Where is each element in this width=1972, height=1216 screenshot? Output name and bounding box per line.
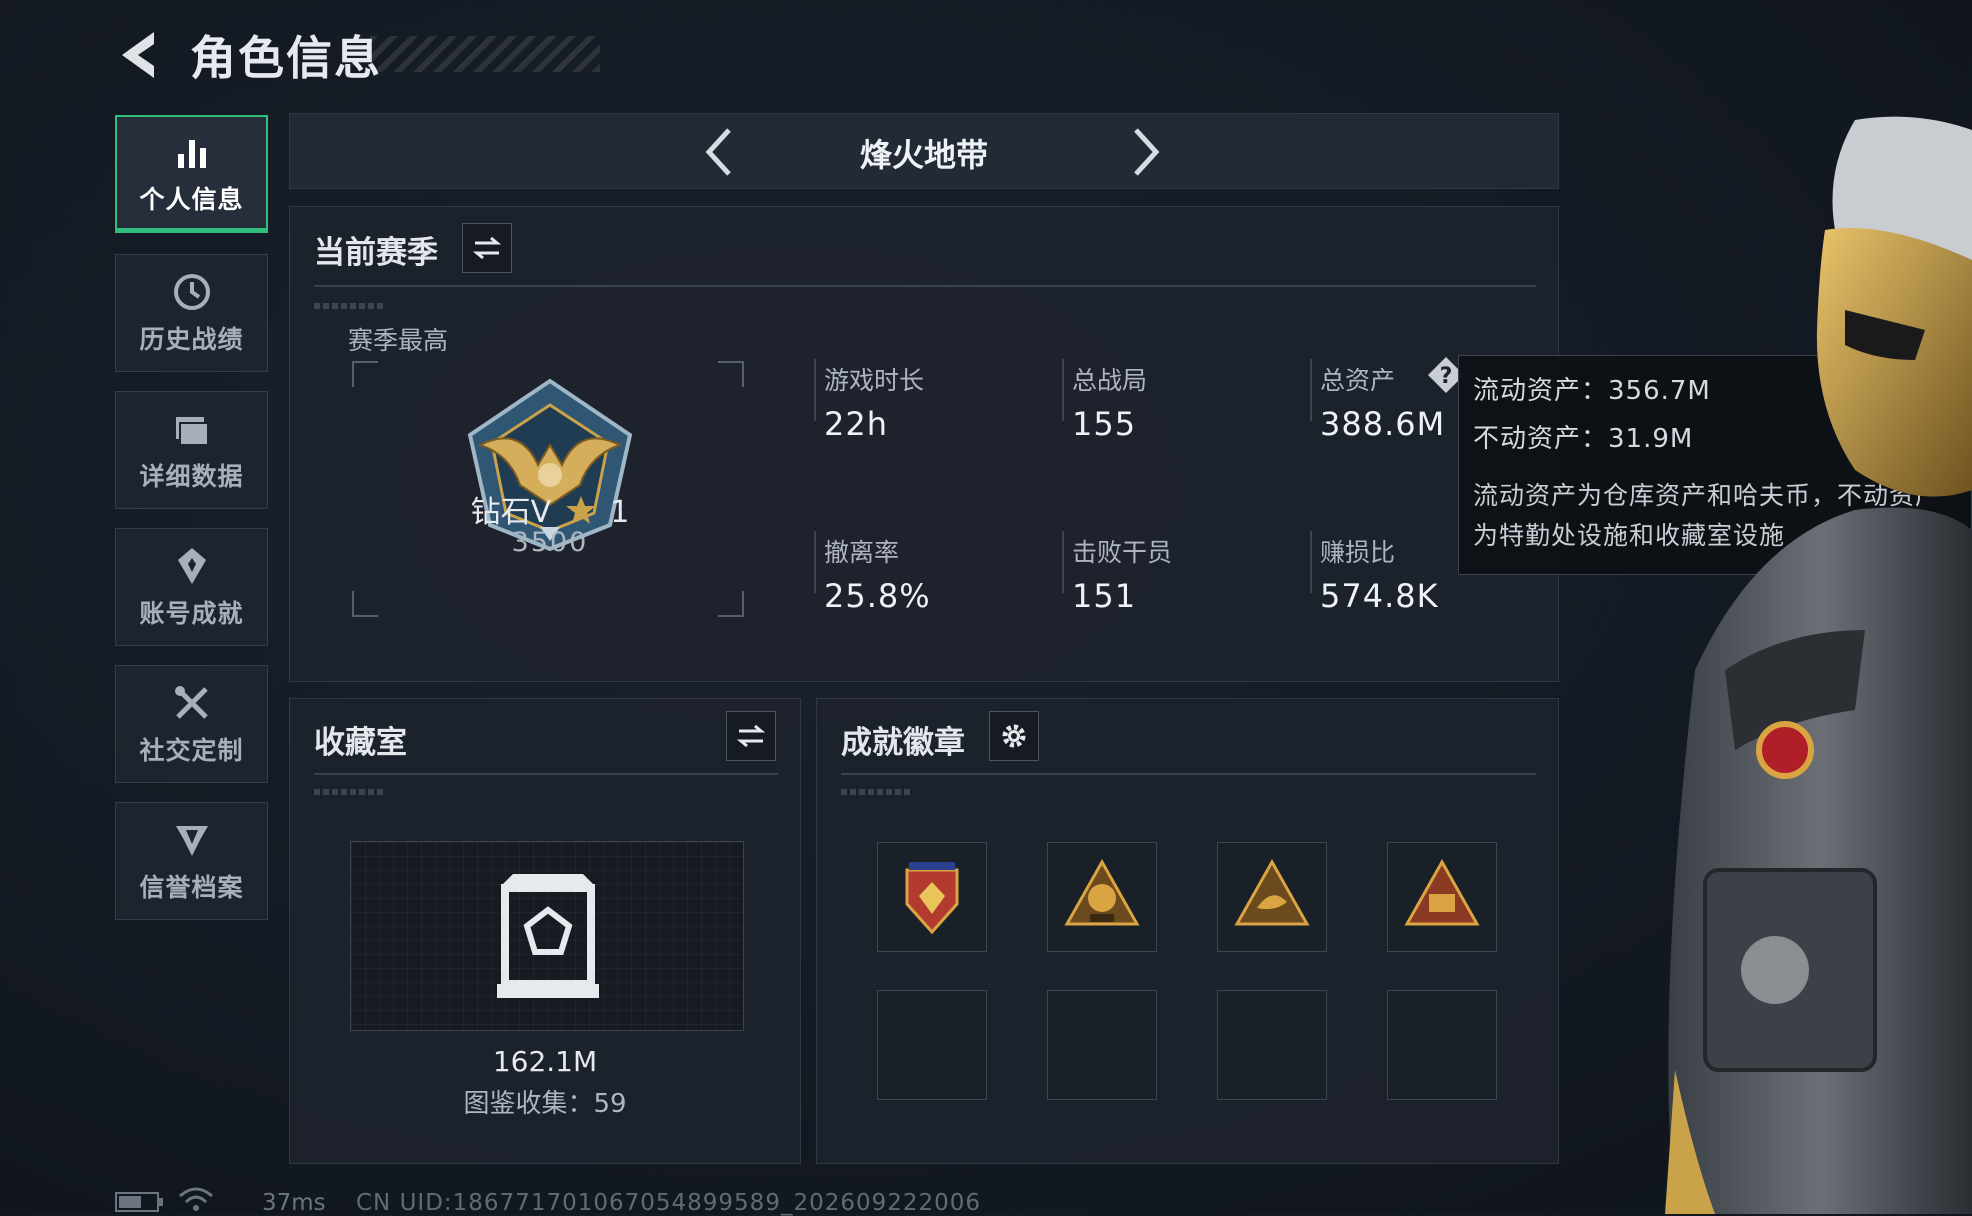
- chevron-right-icon: [1134, 128, 1160, 176]
- badge-fish-icon: [1234, 858, 1310, 926]
- frame-corner: [352, 361, 378, 387]
- divider: [314, 285, 1536, 287]
- star-icon: [565, 496, 596, 524]
- page-title: 角色信息: [190, 31, 382, 85]
- stat-divider: [1062, 359, 1064, 421]
- folder-icon: [175, 417, 209, 446]
- stat-label-playtime: 游戏时长: [824, 366, 925, 395]
- bar-chart-icon: [177, 139, 206, 168]
- sidebar-item-label: 社交定制: [139, 736, 244, 765]
- season-title: 当前赛季: [314, 235, 438, 271]
- stat-label-extraction-rate: 撤离率: [824, 538, 900, 567]
- sidebar-item-detail-data[interactable]: 详细数据: [115, 391, 268, 509]
- stat-divider: [1310, 531, 1312, 593]
- character-portrait: [1665, 116, 1972, 1214]
- shield-icon: [175, 826, 208, 856]
- panel-decoration: [314, 789, 384, 795]
- tools-icon: [174, 686, 208, 719]
- badge-slot-empty[interactable]: [1387, 990, 1497, 1100]
- network-ping: 37ms: [262, 1190, 326, 1216]
- achievements-settings-button[interactable]: [989, 711, 1039, 761]
- frame-corner: [718, 361, 744, 387]
- mode-selector: 烽火地带: [289, 113, 1559, 189]
- achievements-title: 成就徽章: [841, 725, 965, 761]
- frame-corner: [352, 591, 378, 617]
- stat-value-profit-ratio: 574.8K: [1320, 577, 1439, 615]
- mode-title: 烽火地带: [859, 136, 988, 174]
- frame-corner: [718, 591, 744, 617]
- badge-518-icon: [1064, 858, 1140, 926]
- sidebar-item-label: 信誉档案: [139, 873, 244, 902]
- stat-value-assets: 388.6M: [1320, 405, 1446, 443]
- rank-line: 钻石V 1: [290, 487, 810, 531]
- stat-divider: [814, 359, 816, 421]
- stat-label-matches: 总战局: [1072, 366, 1148, 395]
- badge-icon: [177, 548, 206, 584]
- sidebar-item-label: 个人信息: [139, 184, 244, 214]
- mode-next-button[interactable]: [1120, 124, 1170, 180]
- sidebar-item-label: 历史战绩: [139, 325, 244, 354]
- sidebar-item-reputation[interactable]: 信誉档案: [115, 802, 268, 920]
- season-panel: 当前赛季 赛季最高 钻石V 1 3500 游戏时长 22h 总战局 155 总资…: [289, 206, 1559, 682]
- battery-icon: [115, 1192, 163, 1212]
- stat-value-matches: 155: [1072, 405, 1137, 443]
- svg-text:?: ?: [1440, 364, 1453, 389]
- rank-stars: 1: [610, 495, 630, 530]
- badge-slot[interactable]: [1217, 842, 1327, 952]
- title-decoration: [370, 36, 600, 72]
- collection-title: 收藏室: [314, 725, 407, 761]
- back-arrow-icon: [122, 32, 154, 78]
- collection-count: 图鉴收集：59: [463, 1089, 627, 1119]
- clock-icon: [173, 274, 210, 310]
- collection-value: 162.1M: [492, 1045, 598, 1078]
- sidebar-item-personal-info[interactable]: 个人信息: [115, 115, 268, 233]
- stat-value-playtime: 22h: [824, 405, 888, 443]
- sidebar-item-label: 账号成就: [139, 599, 244, 628]
- wifi-icon: [179, 1187, 213, 1211]
- collection-panel: 收藏室 162.1M 图鉴收集：59: [289, 698, 801, 1164]
- stat-label-profit-ratio: 赚损比: [1320, 538, 1396, 567]
- user-uid: CN UID:1867717010670548995​89_2026092220…: [356, 1190, 982, 1216]
- collection-display[interactable]: [350, 841, 744, 1031]
- badge-slot[interactable]: [1047, 842, 1157, 952]
- badge-s11-icon: [1404, 858, 1480, 926]
- badge-slot-empty[interactable]: [1047, 990, 1157, 1100]
- stat-divider: [1062, 531, 1064, 593]
- sidebar-item-achievements[interactable]: 账号成就: [115, 528, 268, 646]
- sidebar-item-history[interactable]: 历史战绩: [115, 254, 268, 372]
- badge-slot[interactable]: [877, 842, 987, 952]
- panel-decoration: [314, 303, 384, 309]
- panel-decoration: [841, 789, 911, 795]
- rank-name: 钻石V: [470, 495, 552, 530]
- sidebar-item-label: 详细数据: [139, 462, 244, 491]
- season-best-label: 赛季最高: [348, 326, 449, 355]
- stat-label-assets: 总资产: [1320, 366, 1396, 395]
- badge-slot[interactable]: [1387, 842, 1497, 952]
- badge-eagle-icon: [905, 862, 959, 935]
- swap-icon: [736, 724, 766, 748]
- achievements-panel: 成就徽章: [816, 698, 1559, 1164]
- badge-slot-empty[interactable]: [1217, 990, 1327, 1100]
- badge-slot-empty[interactable]: [877, 990, 987, 1100]
- swap-icon: [472, 236, 502, 260]
- stat-label-kills: 击败干员: [1072, 538, 1173, 567]
- gear-icon: [1002, 724, 1026, 748]
- stat-divider: [1310, 359, 1312, 421]
- stat-value-extraction-rate: 25.8%: [824, 577, 931, 615]
- rank-score: 3500: [511, 527, 589, 558]
- season-switch-button[interactable]: [462, 223, 512, 273]
- back-button[interactable]: [112, 26, 166, 84]
- stat-divider: [814, 531, 816, 593]
- collection-switch-button[interactable]: [726, 711, 776, 761]
- divider: [841, 773, 1536, 775]
- stat-value-kills: 151: [1072, 577, 1137, 615]
- sidebar-item-social-custom[interactable]: 社交定制: [115, 665, 268, 783]
- divider: [314, 773, 778, 775]
- display-case-icon: [497, 874, 599, 998]
